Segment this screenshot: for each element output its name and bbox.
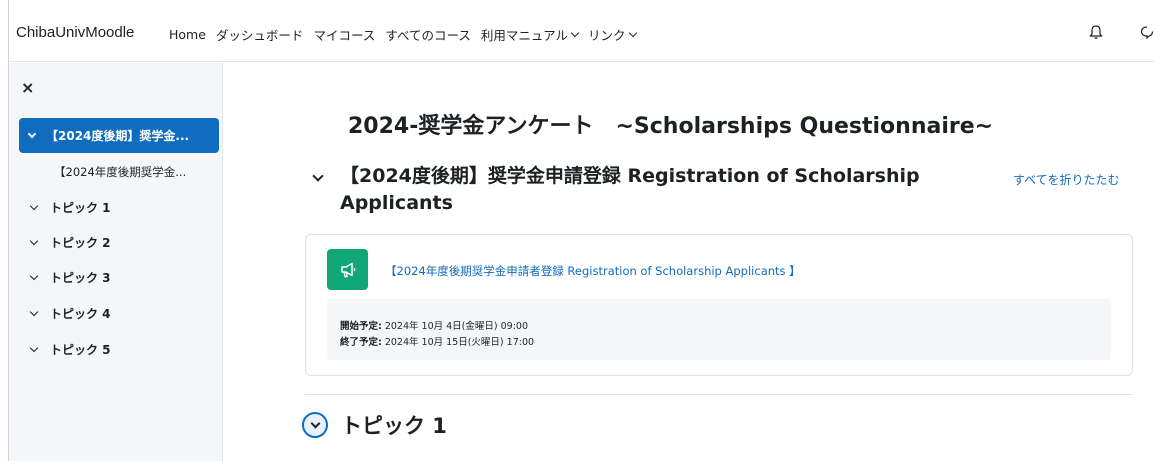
- start-date-value: 2024年 10月 4日(金曜日) 09:00: [381, 321, 528, 332]
- topic-heading: トピック 1: [341, 414, 447, 438]
- sidebar-section-label: 【2024度後期】奨学金...: [46, 129, 190, 143]
- chevron-down-icon: [29, 307, 39, 316]
- nav-all-courses-label: すべてのコース: [385, 28, 471, 43]
- activity-end-date: 終了予定: 2024年 10月 15日(火曜日) 17:00: [340, 334, 534, 348]
- chat-icon[interactable]: [1140, 25, 1154, 39]
- nav-links-dropdown[interactable]: リンク: [587, 25, 637, 44]
- nav-my-courses-label: マイコース: [313, 28, 376, 43]
- section-title: 【2024度後期】奨学金申請登録 Registration of Scholar…: [340, 165, 920, 214]
- end-date-label: 終了予定:: [340, 337, 382, 348]
- sidebar-section-active[interactable]: 【2024度後期】奨学金...: [19, 118, 219, 153]
- start-date-label: 開始予定:: [340, 321, 382, 332]
- megaphone-icon[interactable]: [327, 249, 368, 290]
- sidebar-topic-label: トピック 1: [50, 201, 111, 215]
- site-brand[interactable]: ChibaUnivMoodle: [16, 24, 134, 41]
- chevron-down-icon: [29, 201, 39, 210]
- chevron-down-icon: [628, 28, 637, 37]
- section-collapse-chevron-icon[interactable]: [312, 170, 324, 182]
- page-title: 2024-奨学金アンケート ~Scholarships Questionnair…: [348, 114, 994, 139]
- chevron-down-icon: [29, 343, 39, 352]
- sidebar-topic-label: トピック 5: [50, 343, 111, 357]
- sidebar-topic-label: トピック 4: [50, 307, 111, 321]
- sidebar-topic-label: トピック 3: [50, 271, 111, 285]
- chevron-down-icon: [27, 129, 37, 138]
- nav-manual-dropdown[interactable]: 利用マニュアル: [480, 25, 580, 44]
- activity-start-date: 開始予定: 2024年 10月 4日(金曜日) 09:00: [340, 318, 528, 332]
- nav-manual-label: 利用マニュアル: [480, 28, 568, 43]
- sidebar-topic-2[interactable]: トピック 2: [29, 234, 111, 251]
- bell-icon[interactable]: [1088, 24, 1104, 40]
- chevron-down-icon: [570, 28, 580, 37]
- section-divider: [305, 394, 1133, 395]
- chevron-down-icon: [29, 271, 39, 280]
- collapse-all-link[interactable]: すべてを折りたたむ: [1013, 171, 1119, 188]
- topic-collapse-toggle-icon[interactable]: [302, 412, 328, 438]
- chevron-down-icon: [29, 236, 39, 245]
- nav-home[interactable]: Home: [169, 25, 206, 44]
- sidebar-topic-3[interactable]: トピック 3: [29, 269, 111, 286]
- activity-link[interactable]: 【2024年度後期奨学金申請者登録 Registration of Schola…: [385, 263, 801, 279]
- primary-navigation: Home ダッシュボード マイコース すべてのコース 利用マニュアル リンク: [169, 25, 646, 44]
- nav-home-label: Home: [169, 27, 206, 42]
- nav-my-courses[interactable]: マイコース: [313, 25, 375, 44]
- nav-dashboard[interactable]: ダッシュボード: [216, 25, 304, 44]
- nav-links-label: リンク: [587, 28, 626, 43]
- nav-dashboard-label: ダッシュボード: [215, 28, 304, 43]
- megaphone-glyph-icon: [340, 262, 355, 277]
- nav-all-courses[interactable]: すべてのコース: [385, 25, 471, 44]
- sidebar-topic-5[interactable]: トピック 5: [29, 341, 111, 358]
- sidebar-topic-label: トピック 2: [50, 236, 111, 250]
- sidebar-topic-4[interactable]: トピック 4: [29, 305, 111, 322]
- sidebar-topic-1[interactable]: トピック 1: [29, 199, 111, 216]
- end-date-value: 2024年 10月 15日(火曜日) 17:00: [381, 337, 535, 348]
- close-drawer-icon[interactable]: ×: [21, 78, 34, 97]
- sidebar-activity-item[interactable]: 【2024年度後期奨学金...: [54, 164, 186, 180]
